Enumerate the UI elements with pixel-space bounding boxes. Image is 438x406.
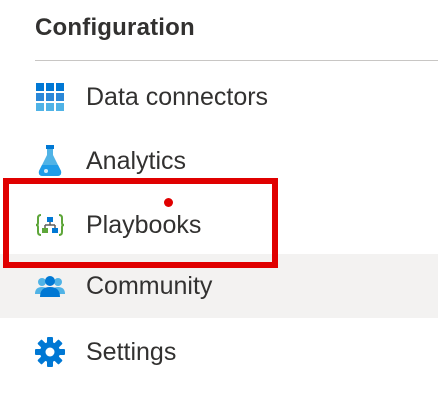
nav-item-community[interactable]: Community — [0, 254, 438, 318]
gear-icon — [35, 337, 65, 367]
nav-item-playbooks[interactable]: Playbooks — [0, 193, 438, 257]
nav-label: Playbooks — [86, 210, 202, 239]
grid-icon — [35, 82, 65, 112]
playbook-icon — [35, 210, 65, 240]
nav-label: Settings — [86, 337, 177, 366]
nav-item-analytics[interactable]: Analytics — [0, 129, 438, 193]
section-header: Configuration — [35, 14, 195, 41]
people-icon — [35, 271, 65, 301]
section-divider — [35, 60, 438, 61]
nav-item-settings[interactable]: Settings — [0, 320, 438, 384]
nav-item-data-connectors[interactable]: Data connectors — [0, 65, 438, 129]
nav-label: Data connectors — [86, 82, 269, 111]
nav-label: Analytics — [86, 146, 187, 175]
nav-label: Community — [86, 271, 213, 300]
flask-icon — [35, 145, 65, 176]
